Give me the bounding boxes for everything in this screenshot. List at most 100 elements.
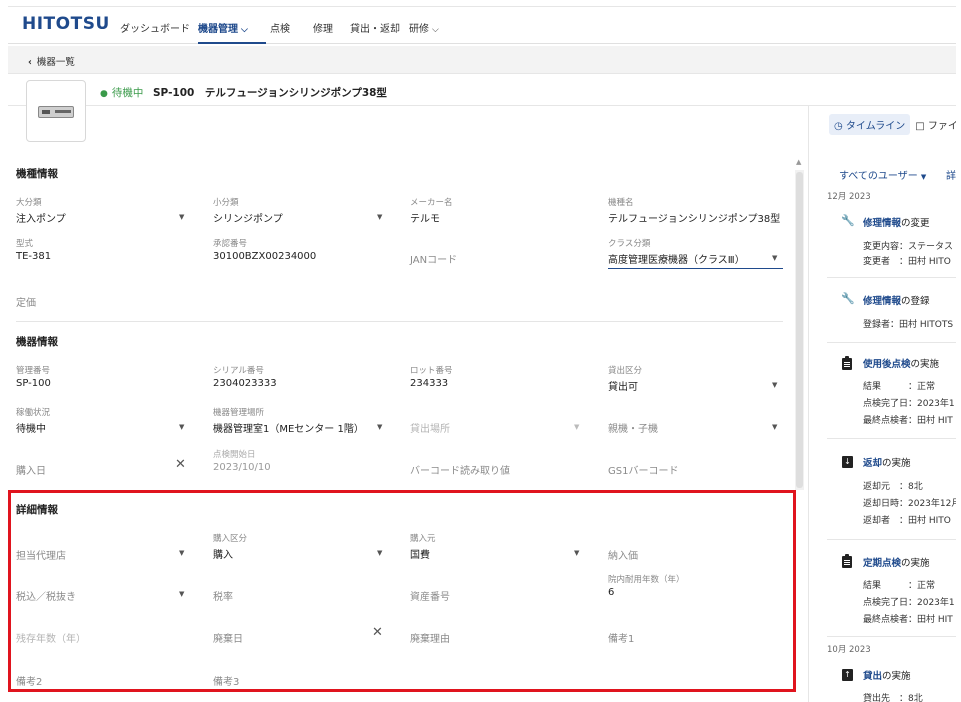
device-thumbnail[interactable] <box>26 80 86 142</box>
timeline-tabs: ◷ タイムライン□ ファイル <box>829 114 956 135</box>
model-type-value[interactable]: TE-381 <box>16 251 51 262</box>
minor-category-label: 小分類 <box>213 198 239 208</box>
asset-no-input[interactable]: 資産番号 <box>410 588 450 603</box>
approval-no-value[interactable]: 30100BZX00234000 <box>213 251 316 262</box>
location-label: 機器管理場所 <box>213 408 265 418</box>
disposal-reason-input[interactable]: 廃棄理由 <box>410 630 450 645</box>
app-logo[interactable]: HITOTSU <box>22 14 110 34</box>
month-label: 10月 2023 <box>827 645 871 655</box>
maker-label: メーカー名 <box>410 198 453 208</box>
timeline-event-title[interactable]: 定期点検の実施 <box>863 555 930 569</box>
back-to-device-list[interactable]: ‹ 機器一覧 <box>28 54 75 68</box>
clear-icon[interactable]: ✕ <box>372 625 383 640</box>
timeline-event-detail: 点検完了日：2023年1 <box>863 598 955 608</box>
inspection-start-value[interactable]: 2023/10/10 <box>213 462 271 473</box>
jan-code-input[interactable]: JANコード <box>410 251 457 266</box>
dropdown-arrow-icon[interactable]: ▼ <box>772 254 777 262</box>
parent-child-select[interactable]: 親機・子機 <box>608 420 658 435</box>
price-input[interactable]: 定価 <box>16 294 36 309</box>
timeline-event-detail: 返却日時：2023年12月 <box>863 499 956 509</box>
clock-icon: ◷ <box>834 121 843 132</box>
remaining-years-input[interactable]: 残存年数（年） <box>16 630 86 645</box>
dropdown-arrow-icon[interactable]: ▼ <box>377 423 382 431</box>
timeline-event-title[interactable]: 使用後点検の実施 <box>863 356 939 370</box>
device-title: SP-100 テルフュージョンシリンジポンプ38型 <box>153 87 387 99</box>
nav-training[interactable]: 研修 ⌵ <box>409 20 439 35</box>
detail-filter-link[interactable]: 詳 <box>946 167 956 182</box>
serial-no-label: シリアル番号 <box>213 366 264 376</box>
clear-icon[interactable]: ✕ <box>175 457 186 472</box>
purchase-type-select[interactable]: 購入 <box>213 546 233 561</box>
timeline-event-detail: 貸出先 ：8北 <box>863 694 923 702</box>
gs1-barcode-input[interactable]: GS1バーコード <box>608 462 678 477</box>
timeline-event-detail: 最終点検者：田村 HIT <box>863 416 953 426</box>
caret-down-icon: ▼ <box>920 173 927 181</box>
delivery-price-input[interactable]: 納入価 <box>608 547 638 562</box>
dropdown-arrow-icon[interactable]: ▼ <box>772 381 777 389</box>
timeline-event-detail: 最終点検者：田村 HIT <box>863 615 953 625</box>
model-name-label: 機種名 <box>608 198 634 208</box>
tab-files[interactable]: □ ファイル <box>910 114 956 135</box>
return-icon: ↓ <box>842 456 853 468</box>
tax-rate-input[interactable]: 税率 <box>213 588 233 603</box>
tax-type-select[interactable]: 税込／税抜き <box>16 588 76 603</box>
useful-life-label: 院内耐用年数（年） <box>608 575 685 585</box>
nav-rental-return[interactable]: 貸出・返却 <box>350 20 400 35</box>
timeline-event-title[interactable]: 修理情報の変更 <box>863 215 930 229</box>
dropdown-arrow-icon[interactable]: ▼ <box>179 549 184 557</box>
timeline-event-detail: 返却者 ：田村 HITO <box>863 516 951 526</box>
control-no-value[interactable]: SP-100 <box>16 378 51 389</box>
note1-input[interactable]: 備考1 <box>608 630 634 645</box>
top-nav: HITOTSU ダッシュボード 機器管理 ⌵ 点検 修理 貸出・返却 研修 ⌵ <box>8 6 956 44</box>
dropdown-arrow-icon[interactable]: ▼ <box>772 423 777 431</box>
timeline-event-title[interactable]: 貸出の実施 <box>863 668 911 682</box>
nav-dashboard[interactable]: ダッシュボード <box>120 20 190 35</box>
location-select[interactable]: 機器管理室1（MEセンター 1階） <box>213 420 364 435</box>
maker-value[interactable]: テルモ <box>410 210 440 225</box>
section-title-detail-info: 詳細情報 <box>16 504 58 516</box>
dropdown-arrow-icon[interactable]: ▼ <box>179 423 184 431</box>
timeline-event-detail: 登録者：田村 HITOTS <box>863 320 954 330</box>
dropdown-arrow-icon[interactable]: ▼ <box>179 590 184 598</box>
dropdown-arrow-icon[interactable]: ▼ <box>574 549 579 557</box>
scroll-up-icon[interactable]: ▲ <box>796 158 801 166</box>
timeline-divider <box>827 539 956 540</box>
timeline-panel: ◷ タイムライン□ ファイル すべてのユーザー ▼ 詳 12月 2023 🔧 修… <box>809 106 956 702</box>
purchase-date-input[interactable]: 購入日 <box>16 462 46 477</box>
timeline-event-title[interactable]: 修理情報の登録 <box>863 293 930 307</box>
major-category-select[interactable]: 注入ポンプ <box>16 210 66 225</box>
agent-select[interactable]: 担当代理店 <box>16 547 66 562</box>
dropdown-arrow-icon[interactable]: ▼ <box>179 213 184 221</box>
dropdown-arrow-icon[interactable]: ▼ <box>377 549 382 557</box>
model-name-value[interactable]: テルフュージョンシリンジポンプ38型 <box>608 210 780 225</box>
note3-input[interactable]: 備考3 <box>213 673 239 688</box>
timeline-event-title[interactable]: 返却の実施 <box>863 455 911 469</box>
class-select[interactable]: 高度管理医療機器（クラスⅢ） <box>608 251 745 266</box>
rental-place-select[interactable]: 貸出場所 <box>410 420 450 435</box>
nav-repair[interactable]: 修理 <box>313 20 333 35</box>
minor-category-select[interactable]: シリンジポンプ <box>213 210 283 225</box>
highlight-box <box>8 490 796 692</box>
operation-status-select[interactable]: 待機中 <box>16 420 46 435</box>
disposal-date-input[interactable]: 廃棄日 <box>213 630 243 645</box>
scrollbar-thumb[interactable] <box>796 172 803 488</box>
nav-inspection[interactable]: 点検 <box>270 20 290 35</box>
barcode-input[interactable]: バーコード読み取り値 <box>410 462 510 477</box>
tab-timeline[interactable]: ◷ タイムライン <box>829 114 911 135</box>
folder-icon: □ <box>915 121 925 132</box>
nav-device-management[interactable]: 機器管理 ⌵ <box>198 20 248 35</box>
control-no-label: 管理番号 <box>16 366 51 376</box>
timeline-event-detail: 点検完了日：2023年1 <box>863 399 955 409</box>
serial-no-value[interactable]: 2304023333 <box>213 378 277 389</box>
user-filter-select[interactable]: すべてのユーザー ▼ <box>839 167 926 182</box>
section-divider <box>16 321 783 322</box>
dropdown-arrow-icon[interactable]: ▼ <box>377 213 382 221</box>
useful-life-value[interactable]: 6 <box>608 587 614 598</box>
inspection-start-label: 点検開始日 <box>213 450 256 460</box>
dropdown-arrow-icon[interactable]: ▼ <box>574 423 579 431</box>
note2-input[interactable]: 備考2 <box>16 673 42 688</box>
purchase-source-select[interactable]: 国費 <box>410 546 430 561</box>
lot-no-value[interactable]: 234333 <box>410 378 448 389</box>
class-label: クラス分類 <box>608 239 651 249</box>
rental-type-select[interactable]: 貸出可 <box>608 378 638 393</box>
